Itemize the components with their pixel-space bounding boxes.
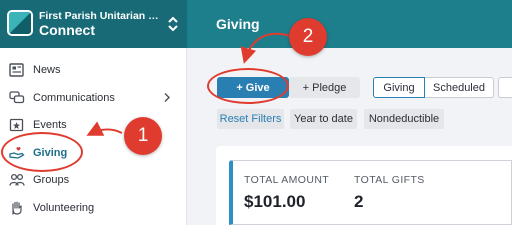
org-name: First Parish Unitarian Universalist [39, 10, 163, 22]
app-header: First Parish Unitarian Universalist Conn… [0, 0, 512, 48]
filter-chip-year-to-date[interactable]: Year to date [290, 109, 357, 129]
org-logo [7, 10, 33, 36]
filter-chip-nondeductible[interactable]: Nondeductible [364, 109, 444, 129]
total-gifts-value: 2 [354, 192, 364, 211]
sidebar-item-label: Events [33, 119, 67, 131]
tab-scheduled[interactable]: Scheduled [425, 77, 494, 98]
sidebar-item-groups[interactable]: Groups [0, 169, 186, 191]
total-amount-value: $101.00 [244, 192, 306, 211]
giving-callout-ellipse [1, 132, 83, 172]
page-title: Giving [216, 16, 260, 32]
people-icon [9, 173, 25, 186]
calendar-star-icon [9, 118, 24, 132]
tab-overflow[interactable] [498, 77, 512, 98]
sidebar-item-volunteering[interactable]: Volunteering [0, 197, 186, 219]
sidebar-item-label: Communications [33, 92, 115, 104]
pledge-button[interactable]: + Pledge [289, 77, 360, 98]
switcher-chevron-icon[interactable] [166, 14, 180, 34]
total-amount-label: TOTAL AMOUNT [244, 174, 330, 186]
give-callout-ellipse [207, 68, 289, 104]
chat-icon [9, 91, 25, 104]
reset-filters-button[interactable]: Reset Filters [217, 109, 284, 129]
sidebar-item-label: News [33, 64, 61, 76]
step-2-badge: 2 [289, 18, 327, 56]
step-1-badge: 1 [124, 117, 162, 155]
total-gifts-label: TOTAL GIFTS [354, 174, 425, 186]
app-name: Connect [39, 22, 95, 38]
chevron-right-icon[interactable] [163, 92, 171, 103]
sidebar-item-communications[interactable]: Communications [0, 87, 186, 109]
sidebar-item-label: Volunteering [33, 202, 95, 214]
tab-giving[interactable]: Giving [373, 77, 425, 98]
sidebar-item-news[interactable]: News [0, 59, 186, 81]
news-icon [9, 63, 24, 77]
raised-hand-icon [12, 201, 22, 215]
sidebar-item-label: Groups [33, 174, 70, 186]
org-switcher[interactable]: First Parish Unitarian Universalist Conn… [0, 0, 187, 48]
